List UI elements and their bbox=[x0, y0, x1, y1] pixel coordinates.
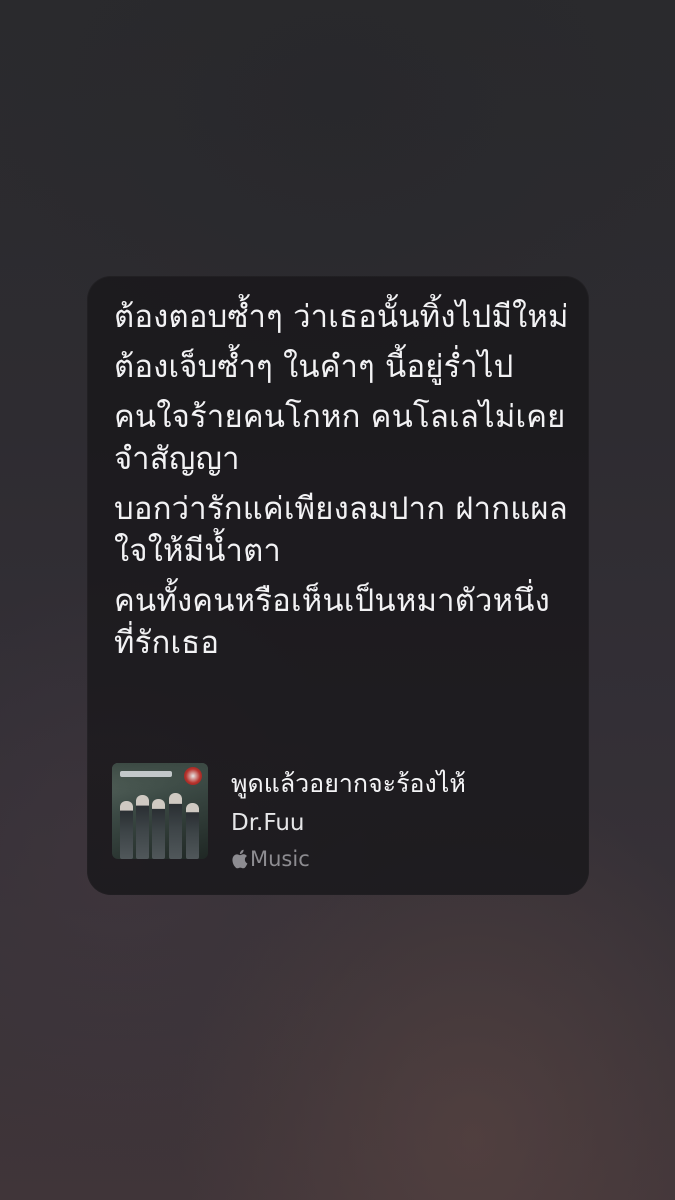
album-artwork bbox=[112, 763, 208, 859]
band-member-figure bbox=[186, 803, 199, 859]
apple-music-logo: Music bbox=[231, 846, 310, 872]
music-service-label: Music bbox=[250, 847, 310, 871]
band-member-figure bbox=[120, 801, 133, 859]
band-member-figure bbox=[169, 793, 182, 859]
lyric-line: คนทั้งคนหรือเห็นเป็นหมาตัวหนึ่งที่รักเธอ bbox=[114, 583, 550, 661]
lyric-line: คนใจร้ายคนโกหก คนโลเลไม่เคยจำสัญญา bbox=[114, 399, 566, 477]
album-logo bbox=[184, 767, 202, 785]
apple-icon bbox=[232, 849, 248, 869]
lyric-line: ต้องเจ็บซ้ำๆ ในคำๆ นี้อยู่ร่ำไป bbox=[114, 349, 514, 385]
lyrics-list: ต้องตอบซ้ำๆ ว่าเธอนั้นทิ้งไปมีใหม่ ต้องเ… bbox=[114, 296, 574, 672]
track-title: พูดแล้วอยากจะร้องไห้ bbox=[231, 769, 466, 798]
lyric-share-card[interactable]: ต้องตอบซ้ำๆ ว่าเธอนั้นทิ้งไปมีใหม่ ต้องเ… bbox=[87, 276, 589, 895]
band-member-figure bbox=[136, 795, 149, 859]
track-artist: Dr.Fuu bbox=[231, 810, 305, 836]
lyric-line: บอกว่ารักแค่เพียงลมปาก ฝากแผลใจให้มีน้ำต… bbox=[114, 491, 568, 569]
band-member-figure bbox=[152, 799, 165, 859]
lyric-line: ต้องตอบซ้ำๆ ว่าเธอนั้นทิ้งไปมีใหม่ bbox=[114, 299, 569, 335]
album-title-mark bbox=[120, 771, 172, 777]
track-info[interactable]: พูดแล้วอยากจะร้องไห้ Dr.Fuu Music bbox=[87, 736, 589, 895]
